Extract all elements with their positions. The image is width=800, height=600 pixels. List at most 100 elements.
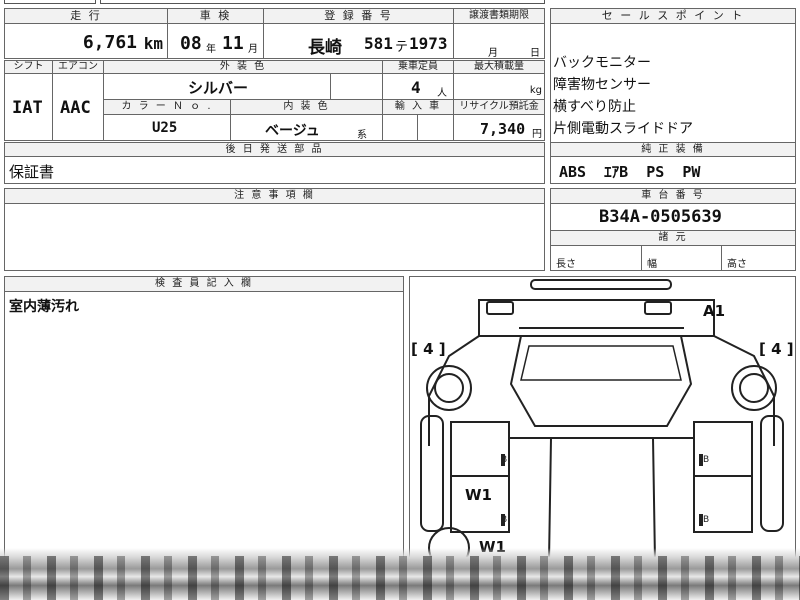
roof-shape [547, 437, 657, 561]
mileage-cell: 6,761 km [4, 23, 168, 59]
hood-shape [478, 299, 715, 337]
interior-color-value: ベージュ [265, 123, 320, 139]
chassis-number-cell: B34A-0505639 [550, 203, 796, 231]
left-front-door-shape [450, 421, 510, 477]
aircon-cell: AAC [52, 73, 104, 141]
capacity-unit: 人 [437, 88, 447, 99]
mark-left-wheel: [ 4 ] [411, 340, 446, 358]
interior-color-suffix: 系 [357, 130, 367, 141]
notes-cell [4, 203, 545, 271]
transfer-month-unit: 月 [488, 48, 498, 59]
front-bumper-shape [530, 279, 672, 290]
max-load-unit: kg [529, 85, 542, 96]
max-load-label: 最大積載量 [453, 60, 545, 74]
vehicle-diagram: B B B B A1 [ 4 ] [ 4 ] W1 W1 [411, 279, 794, 561]
dimensions-height-cell: 高さ [721, 245, 796, 271]
sales-point-2: 障害物センサー [553, 77, 651, 93]
registration-place: 長崎 [308, 38, 342, 58]
left-headlight-shape [486, 301, 514, 315]
transfer-deadline-cell: 月 日 [453, 23, 545, 59]
inspection-month: 11 [222, 33, 244, 54]
mark-front-right: A1 [703, 302, 725, 320]
max-load-cell: kg [453, 73, 545, 100]
inspector-notes-label: 検 査 員 記 入 欄 [4, 276, 404, 292]
import-cell-a [382, 114, 418, 141]
right-headlight-shape [644, 301, 672, 315]
chassis-number-label: 車 台 番 号 [550, 188, 796, 204]
capacity-cell: 4 人 [382, 73, 454, 100]
inspection-year-unit: 年 [206, 44, 216, 55]
dimensions-width-label: 幅 [647, 259, 657, 270]
right-front-door-shape [693, 421, 753, 477]
shift-cell: IAT [4, 73, 53, 141]
genuine-equipment-value: ABS ｴｱB PS PW [559, 163, 701, 181]
notes-label: 注 意 事 項 欄 [4, 188, 545, 204]
windshield-shape [509, 335, 693, 427]
inspector-notes-cell: 室内薄汚れ [4, 291, 404, 561]
door-letter-3: B [703, 455, 709, 465]
shift-label: シフト [4, 60, 53, 74]
mileage-unit: km [143, 34, 163, 53]
interior-color-cell: ベージュ 系 [230, 114, 383, 141]
inspection-cell: 08 年 11 月 [167, 23, 264, 59]
door-letter-1: B [501, 455, 507, 465]
scan-smear-streaks [0, 556, 800, 600]
sales-points-box: バックモニター 障害物センサー 横すべり防止 片側電動スライドドア [550, 23, 796, 143]
aircon-value: AAC [60, 98, 91, 118]
chassis-number-value: B34A-0505639 [599, 207, 722, 227]
recycle-deposit-label: リサイクル預託金 [453, 99, 545, 115]
sales-point-3: 横すべり防止 [553, 99, 637, 115]
exterior-color-value: シルバー [188, 79, 249, 97]
top-cutoff-frame-mid [100, 0, 545, 4]
right-side-skirt-shape [760, 415, 784, 532]
mark-right-wheel: [ 4 ] [759, 340, 794, 358]
dimensions-height-label: 高さ [727, 259, 747, 270]
left-front-wheel-inner [434, 373, 464, 403]
dimensions-length-cell: 長さ [550, 245, 642, 271]
exterior-color-cell: シルバー [103, 73, 331, 100]
aircon-label: エアコン [52, 60, 104, 74]
mileage-label: 走 行 [4, 8, 168, 24]
recycle-deposit-unit: 円 [532, 129, 542, 140]
shift-value: IAT [12, 98, 43, 118]
exterior-color-label: 外 装 色 [103, 60, 383, 74]
color-no-cell: U25 [103, 114, 231, 141]
sales-point-4: 片側電動スライドドア [553, 121, 693, 137]
recycle-deposit-value: 7,340 [480, 120, 526, 138]
color-no-value: U25 [152, 120, 178, 136]
mark-left-door: W1 [465, 486, 492, 504]
left-side-skirt-shape [420, 415, 444, 532]
transfer-deadline-label: 譲渡書類期限 [453, 8, 545, 24]
genuine-equipment-cell: ABS ｴｱB PS PW [550, 156, 796, 184]
registration-kana: テ [395, 40, 409, 55]
registration-label: 登 録 番 号 [263, 8, 454, 24]
windshield-inner-shape [520, 345, 682, 381]
import-label: 輸 入 車 [382, 99, 454, 115]
registration-number: 1973 [409, 34, 448, 53]
inspection-year: 08 [180, 33, 202, 54]
interior-color-label: 内 装 色 [230, 99, 383, 115]
inspection-label: 車 検 [167, 8, 264, 24]
top-cutoff-frame-left [4, 0, 96, 4]
mileage-value: 6,761 [82, 32, 137, 53]
capacity-value: 4 [411, 78, 421, 97]
recycle-deposit-cell: 7,340 円 [453, 114, 545, 141]
door-letter-4: B [703, 515, 709, 525]
inspection-month-unit: 月 [248, 44, 258, 55]
dimensions-length-label: 長さ [556, 259, 576, 270]
dimensions-label: 諸 元 [550, 230, 796, 246]
exterior-color-extra-cell [330, 73, 383, 100]
sales-points-label: セ ー ル ス ポ イ ン ト [550, 8, 796, 24]
registration-cell: 長崎 581 テ 1973 [263, 23, 454, 59]
inspector-notes-value: 室内薄汚れ [9, 299, 79, 315]
later-parts-label: 後 日 発 送 部 品 [4, 142, 545, 157]
dimensions-width-cell: 幅 [641, 245, 722, 271]
transfer-day-unit: 日 [530, 48, 540, 59]
sales-point-1: バックモニター [553, 55, 651, 71]
import-cell-b [417, 114, 454, 141]
later-parts-cell: 保証書 [4, 156, 545, 184]
later-parts-value: 保証書 [9, 163, 55, 181]
registration-class: 581 [364, 34, 393, 53]
genuine-equipment-label: 純 正 装 備 [550, 142, 796, 157]
capacity-label: 乗車定員 [382, 60, 454, 74]
